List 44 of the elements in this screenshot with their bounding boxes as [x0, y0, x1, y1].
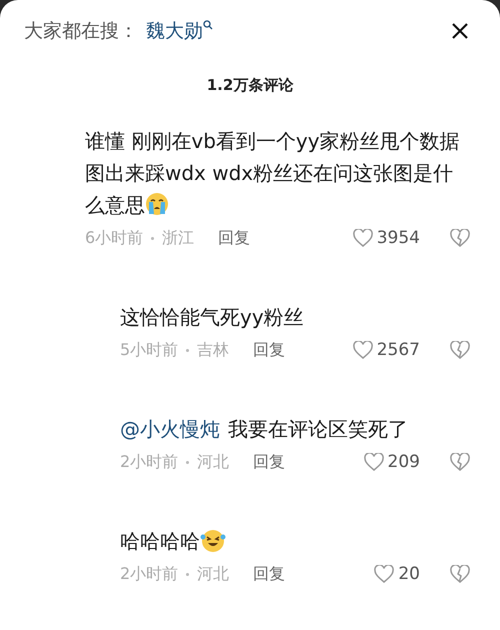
separator-dot: [186, 348, 190, 352]
comment-location: 河北: [197, 452, 230, 472]
reply-button[interactable]: 回复: [218, 228, 250, 248]
trending-search-link[interactable]: 魏大勋: [146, 18, 203, 44]
reply-button[interactable]: 回复: [253, 340, 286, 360]
like-button[interactable]: 3954: [352, 228, 420, 248]
like-button[interactable]: 2567: [352, 340, 420, 360]
comment-text: @小火慢炖 我要在评论区笑死了: [120, 416, 409, 443]
heart-icon: [374, 565, 394, 583]
comment-time: 2小时前: [120, 452, 178, 472]
broken-heart-icon: [450, 565, 470, 583]
separator-dot: [151, 236, 154, 240]
comment-text: 谁懂 刚刚在vb看到一个yy家粉丝甩个数据图出来踩wdx wdx粉丝还在问这张图是什么意思: [85, 128, 461, 219]
separator-dot: [186, 572, 190, 576]
separator-dot: [186, 460, 190, 464]
heart-icon: [364, 453, 384, 471]
dislike-button[interactable]: [450, 565, 470, 583]
comment-time: 2小时前: [120, 564, 178, 584]
broken-heart-icon: [450, 453, 470, 471]
mention-link[interactable]: @小火慢炖: [120, 417, 220, 441]
comment-location: 吉林: [197, 340, 230, 360]
comment-text: 哈哈哈哈: [120, 525, 470, 557]
comment-time: 6小时前: [85, 228, 144, 248]
close-button[interactable]: [450, 21, 470, 41]
comment-text: 这恰恰能气死yy粉丝: [120, 304, 305, 331]
dislike-button[interactable]: [450, 341, 470, 359]
heart-icon: [352, 341, 373, 359]
laughing-face-icon: [200, 528, 226, 552]
dislike-button[interactable]: [450, 229, 470, 247]
comment-time: 5小时前: [120, 340, 178, 360]
like-button[interactable]: 20: [374, 564, 420, 584]
search-icon: [203, 20, 213, 30]
reply-button[interactable]: 回复: [253, 452, 286, 472]
comment-location: 河北: [197, 564, 230, 584]
comment-location: 浙江: [162, 228, 194, 248]
broken-heart-icon: [450, 341, 470, 359]
reply-button[interactable]: 回复: [253, 564, 286, 584]
dislike-button[interactable]: [450, 453, 470, 471]
comment-count: 1.2万条评论: [206, 76, 294, 95]
heart-icon: [352, 229, 373, 247]
trending-search-label: 大家都在搜：: [24, 19, 138, 44]
broken-heart-icon: [450, 229, 470, 247]
crying-face-icon: [145, 192, 169, 216]
like-button[interactable]: 209: [364, 452, 420, 472]
